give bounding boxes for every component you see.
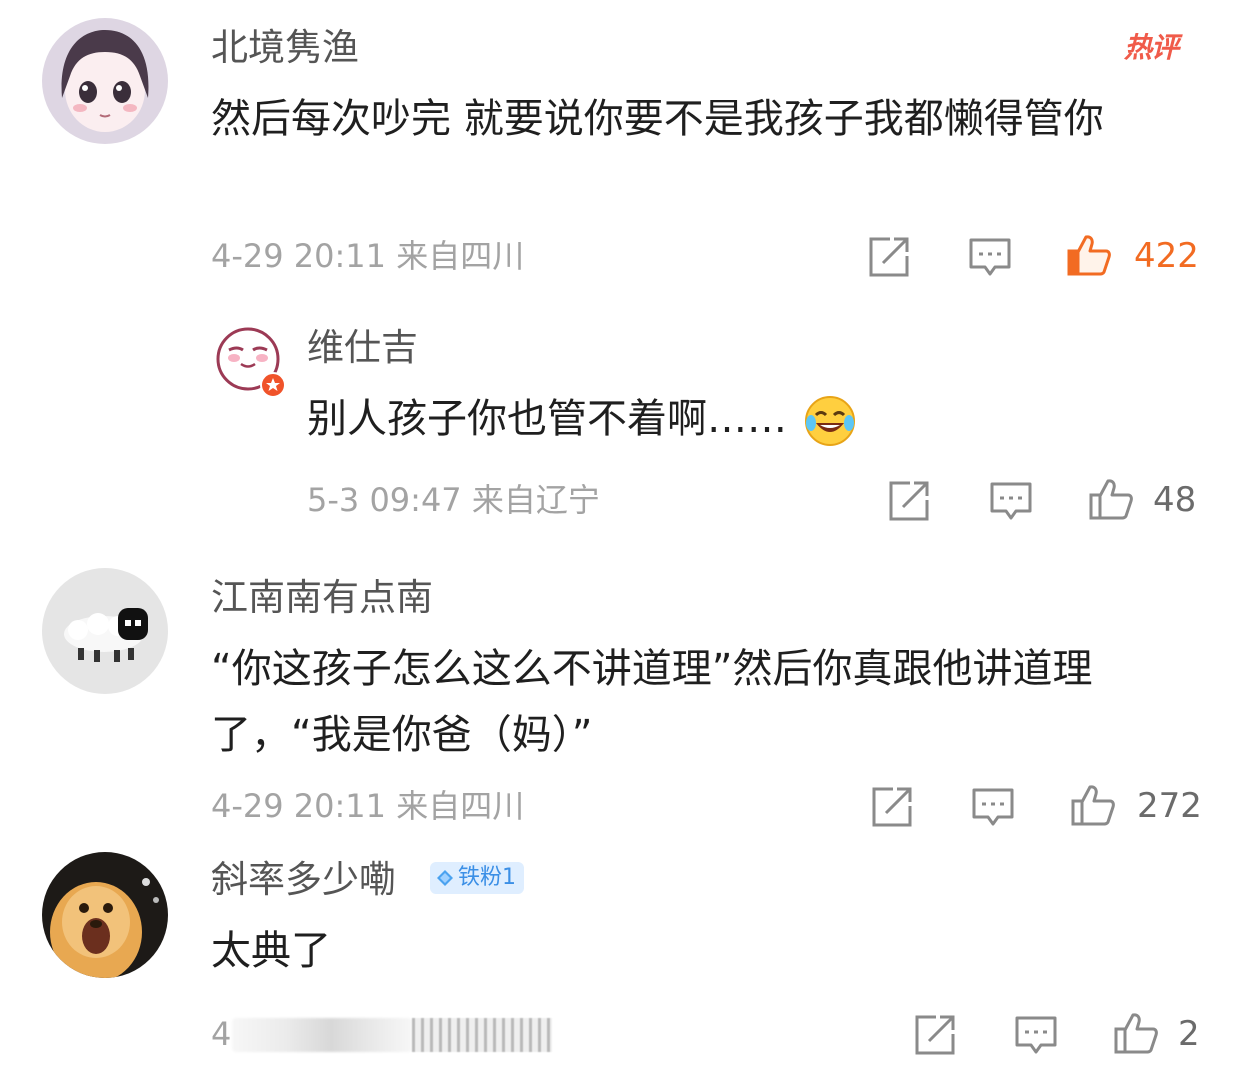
fan-badge: 铁粉1 <box>430 862 524 894</box>
like-count: 2 <box>1178 1014 1200 1054</box>
avatar[interactable] <box>42 852 168 978</box>
avatar[interactable] <box>42 568 168 694</box>
share-icon[interactable] <box>866 234 912 280</box>
comment-time: 4 <box>211 1015 232 1053</box>
comment-text: 太典了 <box>211 928 331 974</box>
comment-icon[interactable] <box>967 234 1013 280</box>
comment-text: “你这孩子怎么这么不讲道理”然后你真跟他讲道理了，“我是你爸（妈）” <box>211 646 1093 758</box>
reply-text: 别人孩子你也管不着啊…… <box>307 386 858 452</box>
share-icon[interactable] <box>912 1012 958 1058</box>
comment-username[interactable]: 北境隽渔 <box>211 26 359 70</box>
comment-location: 来自四川 <box>396 787 525 825</box>
hot-comment-tag: 热评 <box>1124 31 1179 64</box>
reply-text-body: 别人孩子你也管不着啊…… <box>307 396 787 442</box>
thumbs-up-icon[interactable] <box>1066 232 1112 278</box>
reply-location: 来自辽宁 <box>471 481 600 519</box>
like-count: 422 <box>1134 236 1199 276</box>
comment-text: 然后每次吵完 就要说你要不是我孩子我都懒得管你 <box>211 96 1104 142</box>
like-count: 272 <box>1137 786 1202 826</box>
reply-meta: 5-3 09:47 来自辽宁 <box>307 480 600 520</box>
comment-username[interactable]: 斜率多少嘞 <box>211 858 396 902</box>
obscured-meta-stripes <box>412 1018 552 1052</box>
comment-username[interactable]: 江南南有点南 <box>211 576 433 620</box>
comment-time: 4-29 20:11 <box>211 237 387 275</box>
laughing-tears-emoji <box>802 393 858 449</box>
comment-meta: 4-29 20:11 来自四川 <box>211 786 524 826</box>
diamond-icon <box>437 870 453 886</box>
comment-meta: 4 <box>211 1014 231 1054</box>
share-icon[interactable] <box>886 478 932 524</box>
comment-location: 来自四川 <box>396 237 525 275</box>
thumbs-up-icon[interactable] <box>1070 782 1116 828</box>
fan-badge-label: 铁粉1 <box>458 865 516 890</box>
comment-time: 4-29 20:11 <box>211 787 387 825</box>
share-icon[interactable] <box>869 784 915 830</box>
avatar[interactable] <box>42 18 168 144</box>
reply-username[interactable]: 维仕吉 <box>307 326 418 370</box>
comment-icon[interactable] <box>988 478 1034 524</box>
comment-meta: 4-29 20:11 来自四川 <box>211 236 524 276</box>
verified-badge-icon <box>260 372 286 398</box>
comment-icon[interactable] <box>1013 1012 1059 1058</box>
reply-time: 5-3 09:47 <box>307 481 462 519</box>
obscured-meta <box>232 1018 412 1052</box>
like-count: 48 <box>1153 480 1197 520</box>
comment-icon[interactable] <box>970 784 1016 830</box>
thumbs-up-icon[interactable] <box>1088 476 1134 522</box>
thumbs-up-icon[interactable] <box>1113 1010 1159 1056</box>
